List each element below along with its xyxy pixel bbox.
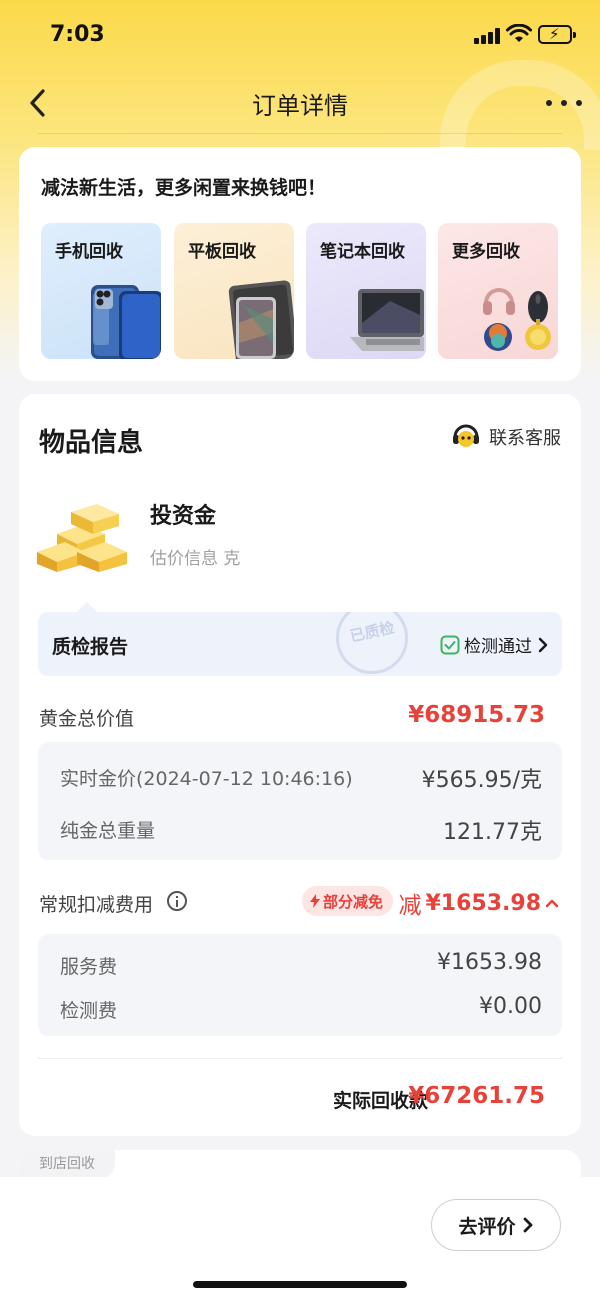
item-info-card: 物品信息 联系客服 投资金 估价信息 克 质检报告 已质检 检测通过 黄金总价值… — [19, 394, 581, 1136]
lightning-icon — [310, 894, 320, 908]
qc-report-bar[interactable]: 质检报告 已质检 检测通过 — [38, 612, 562, 676]
deduction-toggle[interactable]: 减 ¥1653.98 — [398, 886, 559, 920]
gold-price-details: 实时金价(2024-07-12 10:46:16) ¥565.95/克 纯金总重… — [38, 742, 562, 860]
chevron-up-icon — [545, 899, 559, 908]
promo-title: 减法新生活，更多闲置来换钱吧！ — [41, 177, 327, 199]
deduction-label: 常规扣减费用 — [39, 894, 154, 916]
deduction-prefix: 减 — [398, 893, 422, 919]
product-subtitle: 估价信息 克 — [150, 549, 241, 569]
review-button[interactable]: 去评价 — [431, 1199, 561, 1251]
deduction-details: 服务费 ¥1653.98 检测费 ¥0.00 — [38, 934, 562, 1036]
check-icon — [440, 635, 460, 654]
discount-badge: 部分减免 — [302, 886, 394, 916]
promo-tile-laptop[interactable]: 笔记本回收 — [306, 223, 426, 359]
gold-total-value: ¥68915.73 — [408, 702, 545, 728]
phone-image — [91, 285, 161, 359]
service-fee-value: ¥1653.98 — [437, 950, 542, 975]
gold-price-value: ¥565.95/克 — [421, 768, 542, 793]
store-recycle-tag: 到店回收 — [19, 1150, 115, 1178]
more-icon[interactable] — [546, 90, 582, 114]
recycle-promo-card: 减法新生活，更多闲置来换钱吧！ 手机回收 平板回收 笔记本回收 更多回收 — [19, 147, 581, 381]
service-fee-label: 服务费 — [60, 956, 118, 978]
product-name: 投资金 — [150, 504, 217, 529]
actual-payment-value: ¥67261.75 — [408, 1083, 545, 1109]
page-title: 订单详情 — [252, 92, 348, 120]
contact-service-button[interactable]: 联系客服 — [451, 424, 561, 450]
tablet-image — [228, 280, 294, 359]
chevron-right-icon — [538, 637, 548, 652]
discount-badge-label: 部分减免 — [323, 892, 384, 911]
gold-bar-image — [37, 504, 127, 572]
info-icon[interactable] — [167, 891, 187, 911]
chevron-right-icon — [523, 1217, 532, 1233]
qc-pass-link[interactable]: 检测通过 — [440, 632, 550, 657]
qc-pass-label: 检测通过 — [464, 637, 532, 657]
inspection-fee-value: ¥0.00 — [479, 994, 542, 1019]
section-title: 物品信息 — [39, 428, 144, 458]
signal-icon — [474, 28, 500, 44]
stamp-text: 已质检 — [348, 618, 396, 646]
gold-weight-label: 纯金总重量 — [60, 820, 156, 842]
contact-service-label: 联系客服 — [489, 428, 561, 449]
promo-tile-phone[interactable]: 手机回收 — [41, 223, 161, 359]
gold-weight-value: 121.77克 — [443, 820, 542, 845]
laptop-image — [350, 289, 424, 351]
gold-total-label: 黄金总价值 — [39, 708, 135, 730]
battery-icon: ⚡ — [538, 25, 576, 44]
home-indicator — [193, 1281, 407, 1288]
qc-pointer — [77, 602, 97, 612]
card-divider — [38, 1058, 562, 1059]
promo-tile-tablet[interactable]: 平板回收 — [174, 223, 294, 359]
nav-divider — [38, 133, 562, 134]
promo-tile-more[interactable]: 更多回收 — [438, 223, 558, 359]
deduction-value: ¥1653.98 — [425, 890, 541, 916]
nav-bar: 订单详情 — [0, 74, 600, 132]
inspection-fee-label: 检测费 — [60, 1000, 118, 1022]
status-bar: 7:03 ⚡ — [0, 0, 600, 70]
inspected-stamp: 已质检 — [336, 612, 408, 674]
bottom-action-bar: 去评价 — [0, 1177, 600, 1299]
qc-report-title: 质检报告 — [52, 636, 129, 658]
review-button-label: 去评价 — [458, 1215, 516, 1238]
devices-image — [483, 288, 551, 351]
status-time: 7:03 — [50, 22, 105, 47]
gold-price-label: 实时金价(2024-07-12 10:46:16) — [60, 768, 353, 790]
wifi-icon — [506, 24, 532, 42]
customer-service-icon — [453, 424, 479, 447]
